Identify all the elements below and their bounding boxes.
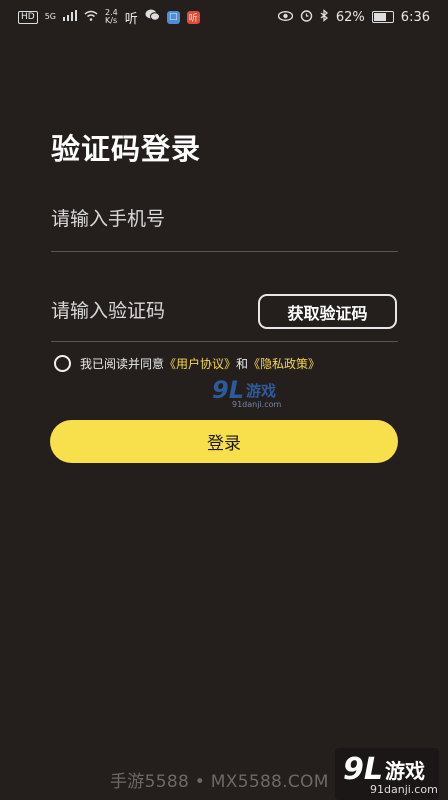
get-code-button[interactable]: 获取验证码 xyxy=(258,294,397,329)
logo-cn: 游戏 xyxy=(385,759,425,783)
login-button[interactable]: 登录 xyxy=(50,420,398,463)
agree-prefix: 我已阅读并同意 xyxy=(80,357,165,371)
bluetooth-icon xyxy=(320,8,329,26)
user-agreement-link[interactable]: 《用户协议》 xyxy=(164,355,236,372)
page-title: 验证码登录 xyxy=(51,132,202,166)
wechat-icon xyxy=(145,9,160,25)
net-speed: 2.4 K/s xyxy=(105,9,118,25)
agreement-row: 我已阅读并同意 《用户协议》 和 《隐私政策》 xyxy=(54,355,320,372)
net-speed-unit: K/s xyxy=(105,16,118,25)
logo-url: 91danji.com xyxy=(370,783,438,796)
privacy-policy-link[interactable]: 《隐私政策》 xyxy=(248,355,320,372)
app-notification-icon-blue: □ xyxy=(166,10,180,24)
code-divider xyxy=(51,341,398,342)
battery-percent: 62% xyxy=(335,9,365,25)
battery-icon xyxy=(371,11,394,23)
and-text: 和 xyxy=(236,357,249,371)
alarm-icon xyxy=(300,9,313,26)
site-watermark: 9L 游戏 91danji.com xyxy=(212,376,281,409)
watermark-url: 91danji.com xyxy=(232,400,282,409)
status-left: HD 5G 2.4 K/s 听 □ 听 xyxy=(18,8,200,27)
phone-input[interactable] xyxy=(51,202,397,236)
clock: 6:36 xyxy=(400,9,430,25)
phone-divider xyxy=(51,251,398,252)
status-bar: HD 5G 2.4 K/s 听 □ 听 62% 6:36 xyxy=(0,0,448,34)
status-right: 62% 6:36 xyxy=(277,8,430,26)
app-notification-icon-red: 听 xyxy=(186,10,200,24)
footer-watermark-text: 手游5588 • MX5588.COM xyxy=(110,772,329,792)
watermark-cn: 游戏 xyxy=(246,382,277,400)
eye-icon xyxy=(277,10,294,25)
hd-badge: HD xyxy=(18,10,38,24)
network-type: 5G xyxy=(44,12,56,21)
site-logo: 9L 游戏 xyxy=(343,752,425,787)
agree-radio[interactable] xyxy=(54,355,71,372)
signal-icon xyxy=(63,9,77,25)
logo-num: 9L xyxy=(343,752,383,787)
wifi-icon xyxy=(84,10,98,25)
verification-code-input[interactable] xyxy=(51,294,251,328)
app-notification-icon: 听 xyxy=(124,11,138,27)
